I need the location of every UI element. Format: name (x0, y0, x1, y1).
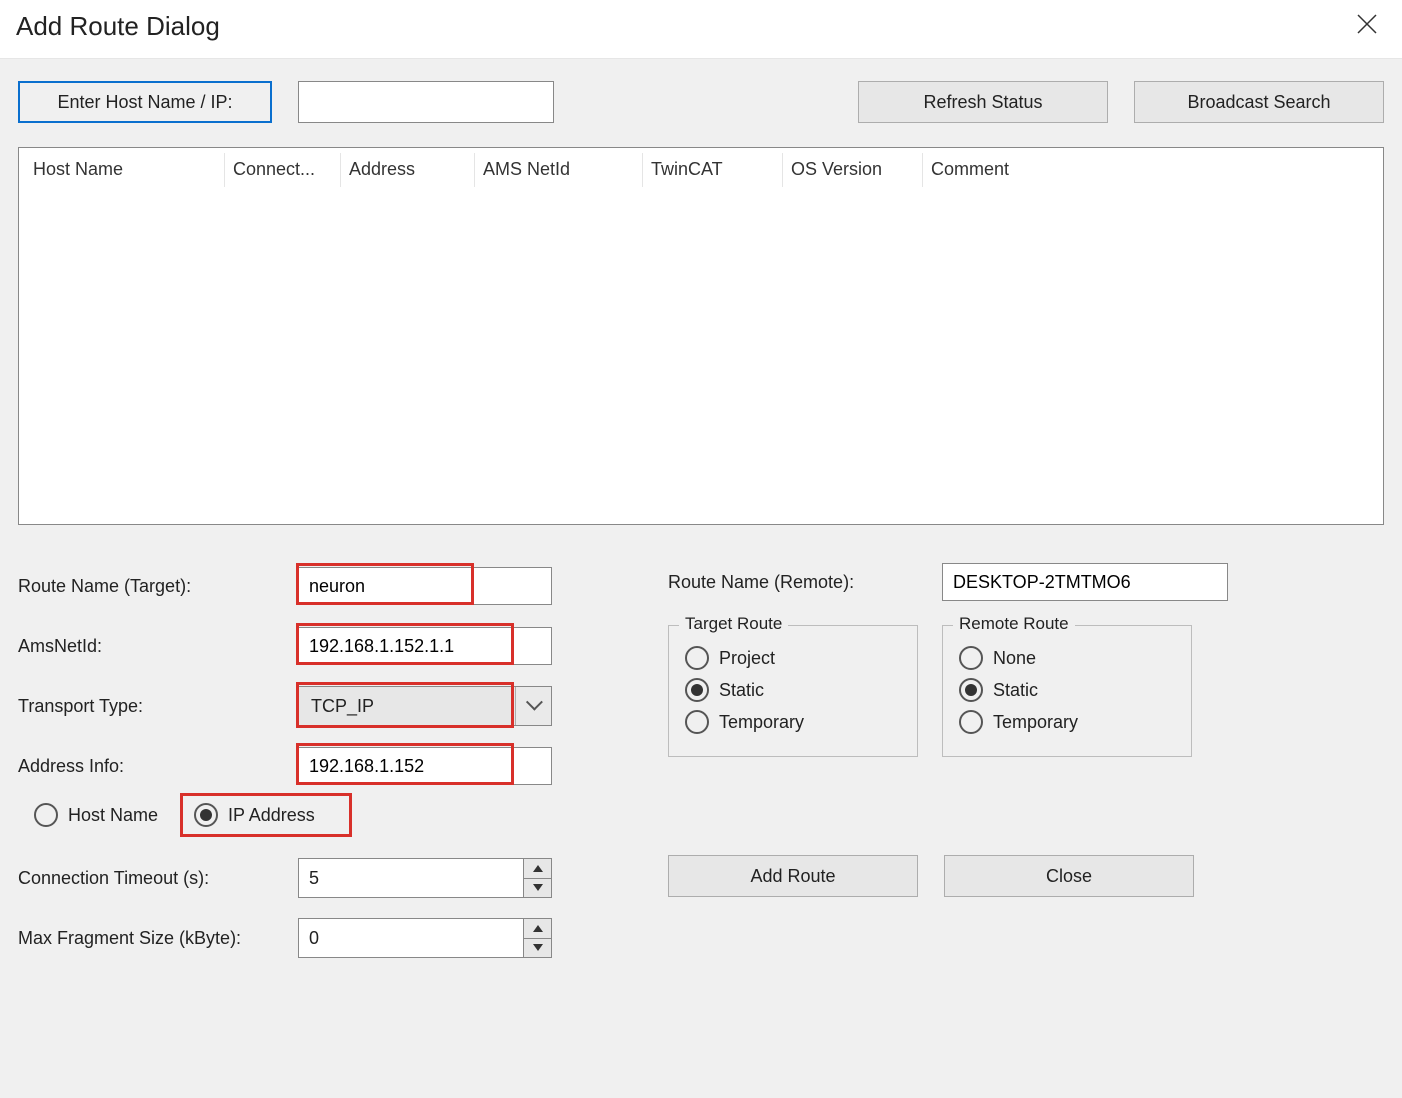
route-groups: Target Route Project Static Temporary (668, 625, 1228, 757)
radio-label: Temporary (993, 712, 1078, 733)
col-address[interactable]: Address (341, 153, 475, 187)
transport-type-select[interactable]: TCP_IP (298, 686, 552, 726)
add-route-button[interactable]: Add Route (668, 855, 918, 897)
add-route-label: Add Route (750, 866, 835, 887)
spinner-down-button[interactable] (524, 879, 551, 898)
bottom-buttons: Add Route Close (668, 855, 1228, 897)
spinner-down-button[interactable] (524, 939, 551, 958)
max-fragment-label: Max Fragment Size (kByte): (18, 928, 298, 949)
enter-host-button[interactable]: Enter Host Name / IP: (18, 81, 272, 123)
broadcast-search-label: Broadcast Search (1187, 92, 1330, 113)
address-info-radios: Host Name IP Address (18, 803, 578, 827)
chevron-down-icon (527, 699, 541, 713)
right-column: Route Name (Remote): Target Route Projec… (668, 563, 1228, 897)
radio-icon (194, 803, 218, 827)
close-label: Close (1046, 866, 1092, 887)
radio-label: Static (993, 680, 1038, 701)
col-host-name[interactable]: Host Name (25, 153, 225, 187)
radio-icon (685, 646, 709, 670)
route-name-target-input[interactable] (298, 567, 552, 605)
radio-label: Project (719, 648, 775, 669)
add-route-dialog: Add Route Dialog Enter Host Name / IP: R… (0, 0, 1402, 979)
titlebar: Add Route Dialog (0, 0, 1402, 58)
target-route-legend: Target Route (679, 614, 788, 634)
enter-host-label: Enter Host Name / IP: (57, 92, 232, 113)
col-ams-netid[interactable]: AMS NetId (475, 153, 643, 187)
radio-label: Static (719, 680, 764, 701)
route-name-target-label: Route Name (Target): (18, 576, 298, 597)
triangle-down-icon (533, 944, 543, 951)
connection-timeout-value: 5 (299, 859, 523, 897)
address-info-input[interactable] (298, 747, 552, 785)
host-name-input[interactable] (298, 81, 554, 123)
radio-icon (685, 678, 709, 702)
remote-route-group: Remote Route None Static Temporary (942, 625, 1192, 757)
broadcast-search-button[interactable]: Broadcast Search (1134, 81, 1384, 123)
col-comment[interactable]: Comment (923, 153, 1383, 187)
radio-icon (959, 646, 983, 670)
routes-table[interactable]: Host Name Connect... Address AMS NetId T… (18, 147, 1384, 525)
radio-icon (959, 678, 983, 702)
refresh-status-label: Refresh Status (923, 92, 1042, 113)
radio-remote-static[interactable]: Static (959, 678, 1175, 702)
max-fragment-value: 0 (299, 919, 523, 957)
col-os-version[interactable]: OS Version (783, 153, 923, 187)
radio-ip-address[interactable]: IP Address (194, 803, 315, 827)
route-name-remote-label: Route Name (Remote): (668, 572, 918, 593)
radio-icon (685, 710, 709, 734)
close-icon[interactable] (1348, 8, 1386, 44)
address-info-label: Address Info: (18, 756, 298, 777)
radio-remote-none[interactable]: None (959, 646, 1175, 670)
connection-timeout-spinner[interactable]: 5 (298, 858, 552, 898)
target-route-group: Target Route Project Static Temporary (668, 625, 918, 757)
radio-host-name-label: Host Name (68, 805, 158, 826)
triangle-down-icon (533, 884, 543, 891)
dialog-body: Enter Host Name / IP: Refresh Status Bro… (0, 58, 1402, 979)
radio-label: Temporary (719, 712, 804, 733)
spinner-up-button[interactable] (524, 859, 551, 879)
max-fragment-spinner[interactable]: 0 (298, 918, 552, 958)
refresh-status-button[interactable]: Refresh Status (858, 81, 1108, 123)
left-column: Route Name (Target): AmsNetId: Transport… (18, 563, 578, 961)
radio-host-name[interactable]: Host Name (34, 803, 158, 827)
radio-target-static[interactable]: Static (685, 678, 901, 702)
radio-target-temporary[interactable]: Temporary (685, 710, 901, 734)
transport-type-dropdown-button[interactable] (515, 687, 551, 725)
triangle-up-icon (533, 925, 543, 932)
radio-icon (34, 803, 58, 827)
radio-target-project[interactable]: Project (685, 646, 901, 670)
connection-timeout-label: Connection Timeout (s): (18, 868, 298, 889)
remote-route-legend: Remote Route (953, 614, 1075, 634)
dialog-title: Add Route Dialog (16, 11, 220, 42)
transport-type-label: Transport Type: (18, 696, 298, 717)
top-row: Enter Host Name / IP: Refresh Status Bro… (18, 81, 1384, 123)
route-name-remote-input[interactable] (942, 563, 1228, 601)
lower-form: Route Name (Target): AmsNetId: Transport… (18, 563, 1384, 961)
close-button[interactable]: Close (944, 855, 1194, 897)
radio-ip-address-label: IP Address (228, 805, 315, 826)
transport-type-value: TCP_IP (299, 687, 515, 725)
amsnetid-input[interactable] (298, 627, 552, 665)
radio-icon (959, 710, 983, 734)
radio-label: None (993, 648, 1036, 669)
routes-table-header: Host Name Connect... Address AMS NetId T… (19, 148, 1383, 192)
col-twincat[interactable]: TwinCAT (643, 153, 783, 187)
triangle-up-icon (533, 865, 543, 872)
amsnetid-label: AmsNetId: (18, 636, 298, 657)
radio-remote-temporary[interactable]: Temporary (959, 710, 1175, 734)
spinner-up-button[interactable] (524, 919, 551, 939)
col-connected[interactable]: Connect... (225, 153, 341, 187)
